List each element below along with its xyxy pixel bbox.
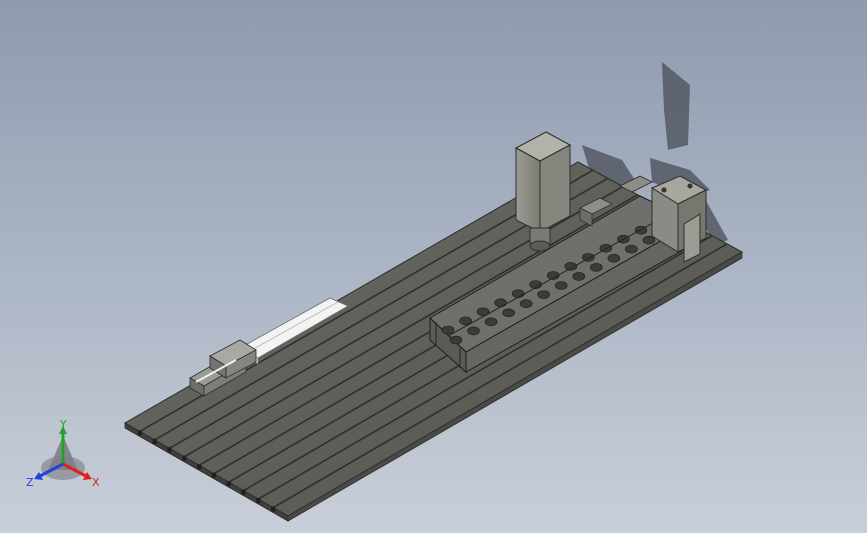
slot-end-notch — [241, 489, 246, 495]
z-axis-label: Z — [26, 476, 34, 489]
slot-end-notch — [211, 472, 216, 478]
truss-cutout — [625, 244, 638, 254]
slot-end-notch — [271, 506, 276, 512]
x-axis-label: X — [92, 476, 100, 489]
truss-cutout — [590, 263, 603, 272]
slot-end-notch — [182, 455, 187, 461]
truss-cutout — [467, 326, 480, 336]
truss-cutout — [502, 308, 515, 318]
truss-cutout — [642, 235, 656, 245]
truss-cutout — [519, 299, 533, 308]
truss-cutout — [441, 325, 455, 335]
slot-end-notch — [167, 447, 172, 453]
orientation-triad[interactable]: Y X Z — [22, 418, 106, 494]
slot-end-notch — [197, 464, 202, 470]
model-scene[interactable] — [0, 0, 867, 533]
truss-cutout — [494, 298, 507, 308]
truss-cutout — [572, 272, 586, 281]
slot-end-notch — [226, 481, 231, 487]
truss-cutout — [554, 281, 568, 290]
truss-cutout — [484, 317, 498, 327]
truss-cutout — [582, 253, 595, 262]
truss-cutout — [511, 289, 525, 298]
cad-viewport[interactable]: Y X Z — [0, 0, 867, 533]
slot-end-notch — [256, 498, 261, 504]
truss-cutout — [607, 254, 621, 263]
truss-cutout — [537, 290, 550, 299]
slot-end-notch — [152, 438, 157, 444]
slot-end-notch — [137, 430, 142, 436]
y-axis-label: Y — [59, 418, 67, 431]
truss-cutout — [449, 335, 463, 345]
